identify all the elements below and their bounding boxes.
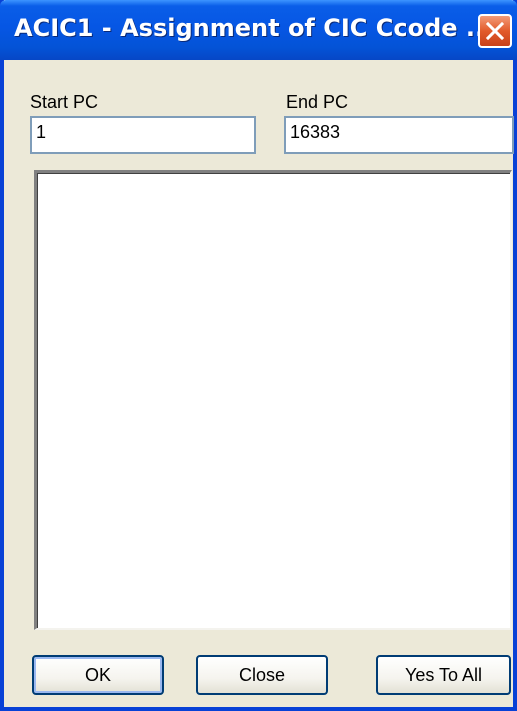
- yes-to-all-button[interactable]: Yes To All: [376, 655, 511, 695]
- start-pc-input[interactable]: 1: [30, 116, 256, 154]
- close-icon: [486, 22, 504, 40]
- results-listbox[interactable]: [34, 170, 512, 630]
- title-bar[interactable]: ACIC1 - Assignment of CIC Ccode ...: [0, 0, 517, 60]
- close-button[interactable]: Close: [196, 655, 328, 695]
- dialog-window: ACIC1 - Assignment of CIC Ccode ... Star…: [0, 0, 517, 711]
- window-title: ACIC1 - Assignment of CIC Ccode ...: [14, 14, 494, 42]
- end-pc-input[interactable]: 16383: [284, 116, 514, 154]
- end-pc-label: End PC: [286, 92, 349, 112]
- close-window-button[interactable]: [478, 14, 512, 48]
- ok-button[interactable]: OK: [32, 655, 164, 695]
- start-pc-label: Start PC: [30, 92, 99, 112]
